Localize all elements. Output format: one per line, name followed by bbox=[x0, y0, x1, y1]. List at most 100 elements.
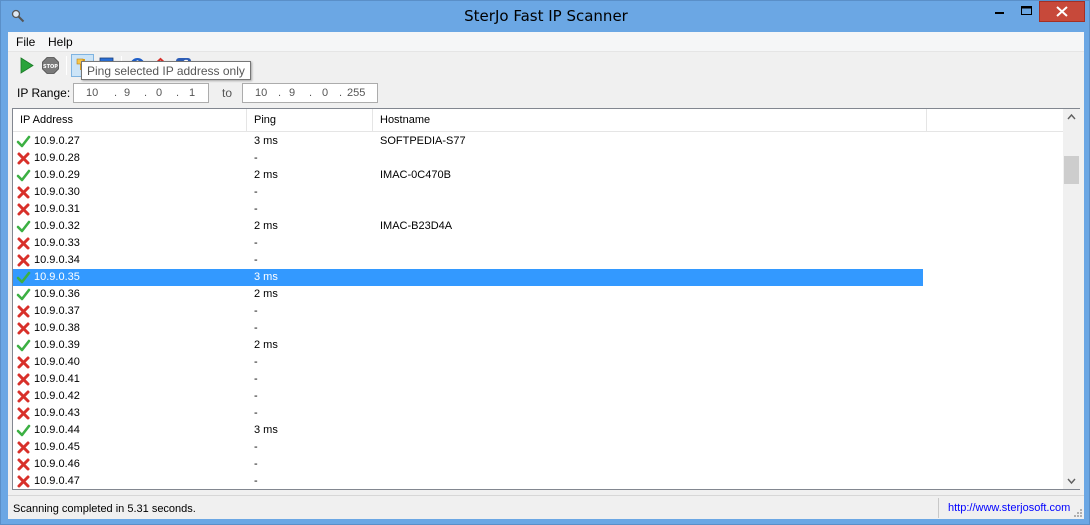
ip-octet[interactable]: 255 bbox=[347, 87, 365, 99]
cell-ping: - bbox=[254, 458, 258, 470]
table-row[interactable]: 10.9.0.46 - bbox=[13, 456, 923, 473]
status-bar: Scanning completed in 5.31 seconds. http… bbox=[8, 495, 1084, 519]
list-body: 10.9.0.27 3 ms SOFTPEDIA-S77 10.9.0.28-10.9… bbox=[13, 133, 1063, 490]
cross-icon bbox=[17, 458, 30, 471]
table-row[interactable]: 10.9.0.27 3 ms SOFTPEDIA-S77 bbox=[13, 133, 923, 150]
table-row[interactable]: 10.9.0.36 2 ms bbox=[13, 286, 923, 303]
column-ip-address[interactable]: IP Address bbox=[13, 109, 247, 132]
table-row[interactable]: 10.9.0.33 - bbox=[13, 235, 923, 252]
cell-ip-address: 10.9.0.47 bbox=[34, 475, 80, 487]
cross-icon bbox=[17, 152, 30, 165]
scroll-thumb[interactable] bbox=[1064, 156, 1079, 184]
table-row[interactable]: 10.9.0.45 - bbox=[13, 439, 923, 456]
cell-ip-address: 10.9.0.37 bbox=[34, 305, 80, 317]
client-area: File Help STOP IP Range: 10 . 9 . 0 . 1 … bbox=[8, 32, 1084, 519]
table-row[interactable]: 10.9.0.29 2 ms IMAC-0C470B bbox=[13, 167, 923, 184]
ip-octet[interactable]: 1 bbox=[189, 87, 195, 99]
scroll-up-arrow[interactable] bbox=[1063, 109, 1080, 126]
cell-ip-address: 10.9.0.43 bbox=[34, 407, 80, 419]
cross-icon bbox=[17, 322, 30, 335]
status-text: Scanning completed in 5.31 seconds. bbox=[13, 503, 196, 515]
vertical-scrollbar[interactable] bbox=[1063, 109, 1080, 489]
cell-ping: - bbox=[254, 254, 258, 266]
cell-ping: - bbox=[254, 237, 258, 249]
table-row[interactable]: 10.9.0.30 - bbox=[13, 184, 923, 201]
ip-octet[interactable]: 0 bbox=[322, 87, 328, 99]
ip-dot: . bbox=[309, 87, 313, 99]
ip-range-to-input[interactable]: 10 . 9 . 0 . 255 bbox=[242, 83, 378, 103]
cross-icon bbox=[17, 254, 30, 267]
ip-octet[interactable]: 10 bbox=[255, 87, 267, 99]
close-button[interactable] bbox=[1039, 1, 1085, 22]
cell-ping: - bbox=[254, 441, 258, 453]
cell-ip-address: 10.9.0.38 bbox=[34, 322, 80, 334]
cell-ip-address: 10.9.0.36 bbox=[34, 288, 80, 300]
ip-dot: . bbox=[114, 87, 118, 99]
stop-icon: STOP bbox=[42, 57, 59, 74]
cell-hostname: IMAC-0C470B bbox=[380, 169, 451, 181]
stop-scan-button[interactable]: STOP bbox=[39, 54, 62, 77]
results-list[interactable]: IP Address Ping Hostname 10.9.0.27 3 ms SO… bbox=[12, 108, 1080, 490]
cell-ping: 3 ms bbox=[254, 271, 278, 283]
cell-ip-address: 10.9.0.33 bbox=[34, 237, 80, 249]
table-row[interactable]: 10.9.0.38 - bbox=[13, 320, 923, 337]
table-row[interactable]: 10.9.0.28 - bbox=[13, 150, 923, 167]
check-icon bbox=[16, 135, 31, 148]
ip-octet[interactable]: 9 bbox=[289, 87, 295, 99]
cross-icon bbox=[17, 441, 30, 454]
ip-range-from-input[interactable]: 10 . 9 . 0 . 1 bbox=[73, 83, 209, 103]
ip-octet[interactable]: 9 bbox=[124, 87, 130, 99]
cell-ip-address: 10.9.0.27 bbox=[34, 135, 80, 147]
title-bar[interactable]: SterJo Fast IP Scanner bbox=[1, 1, 1090, 32]
website-link[interactable]: http://www.sterjosoft.com bbox=[948, 502, 1070, 514]
minimize-button[interactable] bbox=[986, 1, 1013, 22]
table-row[interactable]: 10.9.0.47 - bbox=[13, 473, 923, 490]
menu-file[interactable]: File bbox=[16, 35, 35, 49]
start-scan-button[interactable] bbox=[15, 54, 38, 77]
column-hostname[interactable]: Hostname bbox=[373, 109, 927, 132]
check-icon bbox=[16, 288, 31, 301]
table-row[interactable]: 10.9.0.34 - bbox=[13, 252, 923, 269]
check-icon bbox=[16, 271, 31, 284]
app-window: SterJo Fast IP Scanner File Help STOP IP… bbox=[0, 0, 1090, 525]
ip-octet[interactable]: 10 bbox=[86, 87, 98, 99]
table-row[interactable]: 10.9.0.40 - bbox=[13, 354, 923, 371]
table-row[interactable]: 10.9.0.43 - bbox=[13, 405, 923, 422]
scroll-down-arrow[interactable] bbox=[1063, 472, 1080, 489]
cell-hostname: IMAC-B23D4A bbox=[380, 220, 453, 232]
menu-help[interactable]: Help bbox=[48, 35, 73, 49]
cross-icon bbox=[17, 373, 30, 386]
table-row[interactable]: 10.9.0.44 3 ms bbox=[13, 422, 923, 439]
cross-icon bbox=[17, 186, 30, 199]
play-icon bbox=[20, 57, 34, 74]
cell-ping: 3 ms bbox=[254, 135, 278, 147]
table-row[interactable]: 10.9.0.35 3 ms bbox=[13, 269, 923, 286]
table-row[interactable]: 10.9.0.32 2 ms IMAC-B23D4A bbox=[13, 218, 923, 235]
cross-icon bbox=[17, 237, 30, 250]
cell-ip-address: 10.9.0.39 bbox=[34, 339, 80, 351]
check-icon bbox=[16, 169, 31, 182]
cell-ping: - bbox=[254, 152, 258, 164]
maximize-button[interactable] bbox=[1013, 1, 1040, 22]
cell-ping: - bbox=[254, 356, 258, 368]
column-ping[interactable]: Ping bbox=[247, 109, 373, 132]
table-row[interactable]: 10.9.0.42 - bbox=[13, 388, 923, 405]
cross-icon bbox=[17, 356, 30, 369]
ip-dot: . bbox=[144, 87, 148, 99]
ip-octet[interactable]: 0 bbox=[156, 87, 162, 99]
cell-ping: - bbox=[254, 305, 258, 317]
table-row[interactable]: 10.9.0.41 - bbox=[13, 371, 923, 388]
cell-ping: - bbox=[254, 373, 258, 385]
resize-grip-icon[interactable] bbox=[1072, 507, 1082, 517]
cell-ping: - bbox=[254, 203, 258, 215]
table-row[interactable]: 10.9.0.37 - bbox=[13, 303, 923, 320]
tooltip: Ping selected IP address only bbox=[81, 61, 251, 80]
cell-ip-address: 10.9.0.45 bbox=[34, 441, 80, 453]
check-icon bbox=[16, 339, 31, 352]
cell-ip-address: 10.9.0.32 bbox=[34, 220, 80, 232]
table-row[interactable]: 10.9.0.39 2 ms bbox=[13, 337, 923, 354]
ip-dot: . bbox=[278, 87, 282, 99]
cell-ip-address: 10.9.0.31 bbox=[34, 203, 80, 215]
table-row[interactable]: 10.9.0.31 - bbox=[13, 201, 923, 218]
cell-ping: 3 ms bbox=[254, 424, 278, 436]
